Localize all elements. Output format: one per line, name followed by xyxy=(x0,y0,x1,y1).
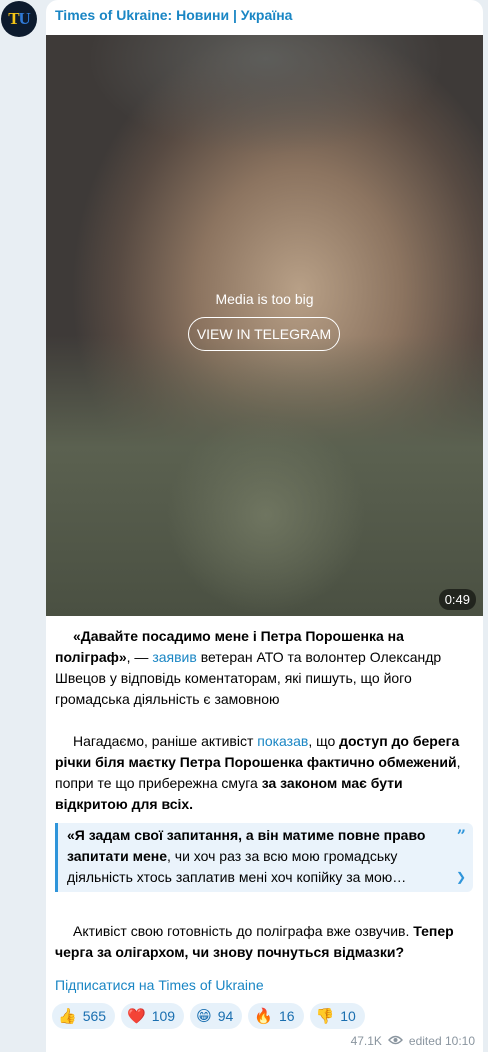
reactions-bar: 👍 565 ❤️ 109 😁 94 🔥 16 👎 10 xyxy=(52,1003,365,1029)
chevron-down-icon[interactable]: ❯ xyxy=(456,867,466,888)
expandable-quote[interactable]: «Я задам свої запитання, а він матиме по… xyxy=(55,823,473,892)
reaction-fire[interactable]: 🔥 16 xyxy=(248,1003,304,1029)
quote-mark-icon: ” xyxy=(456,826,466,845)
message-time: 10:10 xyxy=(444,1034,475,1048)
message-bubble: Times of Ukraine: Новини | Україна Media… xyxy=(46,0,483,1052)
edited-label: edited xyxy=(408,1034,442,1048)
avatar-letter-t: T xyxy=(8,9,19,28)
reaction-thumbs-down[interactable]: 👎 10 xyxy=(309,1003,365,1029)
fire-icon: 🔥 xyxy=(254,1007,273,1025)
reaction-thumbs-up[interactable]: 👍 565 xyxy=(52,1003,116,1029)
channel-title[interactable]: Times of Ukraine: Новини | Україна xyxy=(55,7,292,23)
paragraph-2: Нагадаємо, раніше активіст показав, що д… xyxy=(55,733,461,812)
link-zayavyv[interactable]: заявив xyxy=(152,649,196,665)
video-media[interactable]: Media is too big VIEW IN TELEGRAM 0:49 xyxy=(46,35,483,616)
reaction-heart[interactable]: ❤️ 109 xyxy=(121,1003,185,1029)
view-in-telegram-button[interactable]: VIEW IN TELEGRAM xyxy=(188,317,340,351)
avatar-letter-u: U xyxy=(18,9,31,28)
message-meta: 47.1K edited 10:10 xyxy=(351,1034,475,1048)
grin-icon: 😁 xyxy=(196,1007,212,1025)
video-duration: 0:49 xyxy=(438,589,476,610)
heart-icon: ❤️ xyxy=(127,1007,146,1025)
media-too-big-note: Media is too big xyxy=(215,291,314,307)
link-pokazav[interactable]: показав xyxy=(257,733,308,749)
thumbs-down-icon: 👎 xyxy=(315,1007,335,1025)
thumbs-up-icon: 👍 xyxy=(58,1007,77,1025)
paragraph-1: «Давайте посадимо мене і Петра Порошенка… xyxy=(55,628,442,707)
paragraph-3: Активіст свою готовність до поліграфа вж… xyxy=(55,923,454,960)
subscribe-link[interactable]: Підписатися на Times of Ukraine xyxy=(55,977,264,993)
eye-icon xyxy=(387,1034,403,1048)
reaction-grin[interactable]: 😁 94 xyxy=(190,1003,243,1029)
post-text: «Давайте посадимо мене і Петра Порошенка… xyxy=(55,626,473,963)
view-count: 47.1K xyxy=(350,1034,382,1048)
channel-avatar[interactable]: TU xyxy=(1,1,37,37)
